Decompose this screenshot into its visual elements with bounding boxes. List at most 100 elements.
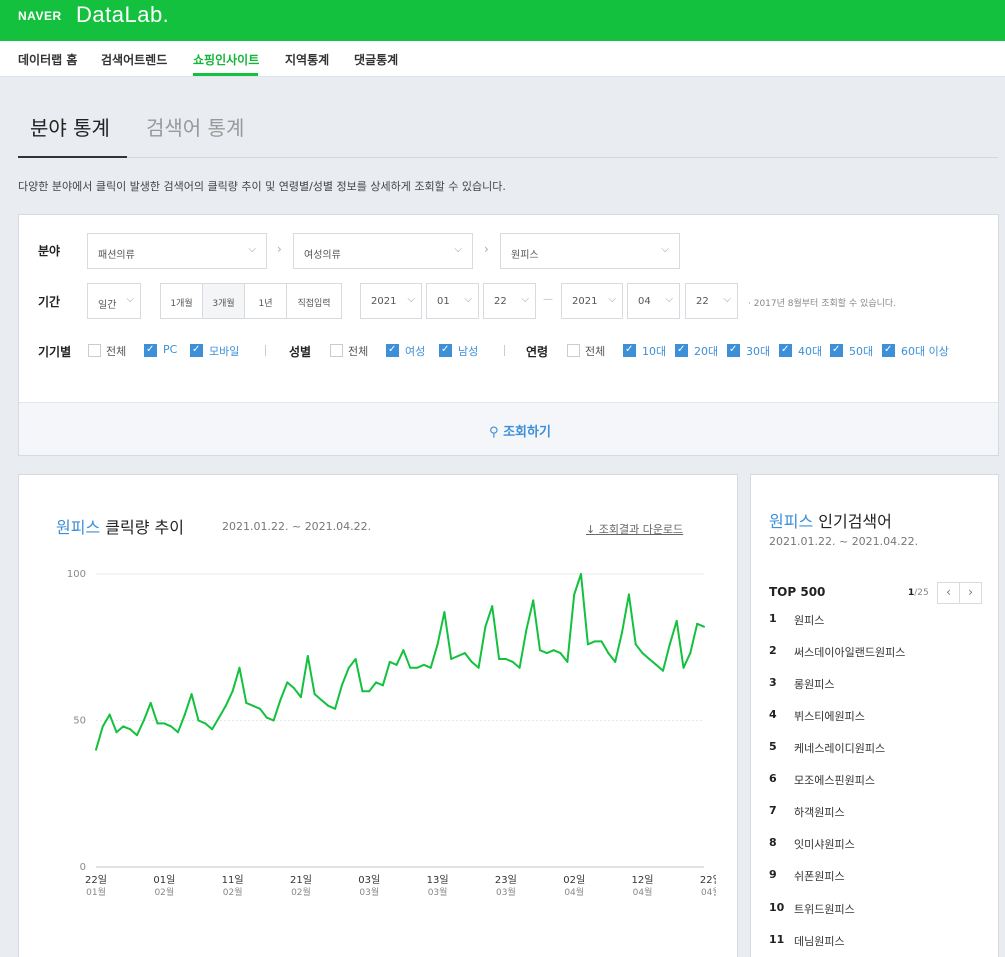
rank-keyword[interactable]: 원피스	[794, 612, 824, 628]
data-point[interactable]	[395, 663, 398, 666]
device-all-label[interactable]: 전체	[106, 343, 126, 359]
data-point[interactable]	[293, 687, 296, 690]
gender-female-checkbox[interactable]	[386, 344, 399, 357]
rank-item[interactable]: 6 모조에스핀원피스	[769, 772, 989, 792]
data-point[interactable]	[286, 681, 289, 684]
data-point[interactable]	[573, 593, 576, 596]
age-all-label[interactable]: 전체	[585, 343, 605, 359]
data-point[interactable]	[641, 652, 644, 655]
rank-keyword[interactable]: 뷔스티에원피스	[794, 708, 865, 724]
data-point[interactable]	[689, 652, 692, 655]
data-point[interactable]	[450, 657, 453, 660]
data-point[interactable]	[484, 625, 487, 628]
data-point[interactable]	[498, 657, 501, 660]
data-point[interactable]	[231, 690, 234, 693]
category-level2-select[interactable]: 여성의류 ⌵	[293, 233, 473, 269]
data-point[interactable]	[135, 734, 138, 737]
rank-item[interactable]: 1 원피스	[769, 612, 989, 632]
rank-item[interactable]: 11 데님원피스	[769, 933, 989, 953]
data-point[interactable]	[204, 722, 207, 725]
data-point[interactable]	[504, 657, 507, 660]
age-60plus-checkbox[interactable]	[882, 344, 895, 357]
end-month-select[interactable]: 04 ⌵	[627, 283, 680, 319]
data-point[interactable]	[525, 628, 528, 631]
data-point[interactable]	[361, 690, 364, 693]
rank-keyword[interactable]: 트위드원피스	[794, 901, 855, 917]
data-point[interactable]	[347, 666, 350, 669]
data-point[interactable]	[593, 640, 596, 643]
rank-keyword[interactable]: 써스데이아일랜드원피스	[794, 644, 905, 660]
data-point[interactable]	[258, 707, 261, 710]
datalab-logo[interactable]: DataLab.	[76, 2, 169, 28]
data-point[interactable]	[443, 611, 446, 614]
start-year-select[interactable]: 2021 ⌵	[360, 283, 422, 319]
data-point[interactable]	[115, 731, 118, 734]
rank-keyword[interactable]: 케네스레이디원피스	[794, 740, 885, 756]
data-point[interactable]	[381, 684, 384, 687]
rank-keyword[interactable]: 데님원피스	[794, 933, 845, 949]
gnb-item-search-trend[interactable]: 검색어트렌드	[101, 51, 167, 68]
data-point[interactable]	[600, 640, 603, 643]
data-point[interactable]	[197, 719, 200, 722]
rank-keyword[interactable]: 모조에스핀원피스	[794, 772, 875, 788]
download-link[interactable]: ↓ 조회결과 다운로드	[586, 521, 683, 537]
data-point[interactable]	[327, 704, 330, 707]
rank-item[interactable]: 5 케네스레이디원피스	[769, 740, 989, 760]
device-mobile-label[interactable]: 모바일	[209, 343, 239, 359]
gender-all-label[interactable]: 전체	[348, 343, 368, 359]
data-point[interactable]	[532, 599, 535, 602]
data-point[interactable]	[682, 666, 685, 669]
data-point[interactable]	[409, 666, 412, 669]
device-pc-checkbox[interactable]	[144, 344, 157, 357]
data-point[interactable]	[634, 643, 637, 646]
age-20s-label[interactable]: 20대	[694, 343, 718, 359]
search-button[interactable]: ⚲ 조회하기	[19, 402, 998, 455]
data-point[interactable]	[299, 696, 302, 699]
gnb-item-shopping-insight[interactable]: 쇼핑인사이트	[193, 51, 259, 68]
data-point[interactable]	[142, 719, 145, 722]
data-point[interactable]	[436, 643, 439, 646]
rank-item[interactable]: 8 잇미샤원피스	[769, 836, 989, 856]
data-point[interactable]	[621, 631, 624, 634]
data-point[interactable]	[95, 748, 97, 751]
gnb-item-region-stats[interactable]: 지역통계	[285, 51, 329, 68]
rank-keyword[interactable]: 롱원피스	[794, 676, 834, 692]
age-40s-label[interactable]: 40대	[798, 343, 822, 359]
age-50s-checkbox[interactable]	[830, 344, 843, 357]
data-point[interactable]	[108, 713, 111, 716]
gnb-item-comment-stats[interactable]: 댓글통계	[354, 51, 398, 68]
data-point[interactable]	[545, 652, 548, 655]
data-point[interactable]	[402, 649, 405, 652]
data-point[interactable]	[224, 704, 227, 707]
data-point[interactable]	[463, 652, 466, 655]
data-point[interactable]	[245, 701, 248, 704]
gender-all-checkbox[interactable]	[330, 344, 343, 357]
data-point[interactable]	[416, 666, 419, 669]
age-30s-checkbox[interactable]	[727, 344, 740, 357]
data-point[interactable]	[511, 660, 514, 663]
data-point[interactable]	[170, 725, 173, 728]
data-point[interactable]	[614, 660, 617, 663]
start-day-select[interactable]: 22 ⌵	[483, 283, 536, 319]
rank-item[interactable]: 9 쉬폰원피스	[769, 868, 989, 888]
data-point[interactable]	[183, 713, 186, 716]
data-point[interactable]	[655, 663, 658, 666]
next-page-button[interactable]: ›	[959, 582, 982, 604]
data-point[interactable]	[211, 728, 214, 731]
data-point[interactable]	[163, 722, 166, 725]
data-point[interactable]	[552, 649, 555, 652]
data-point[interactable]	[703, 625, 705, 628]
data-point[interactable]	[559, 652, 562, 655]
data-point[interactable]	[190, 693, 193, 696]
category-level1-select[interactable]: 패션의류 ⌵	[87, 233, 267, 269]
data-point[interactable]	[422, 663, 425, 666]
data-point[interactable]	[122, 725, 125, 728]
data-point[interactable]	[129, 728, 132, 731]
gender-male-checkbox[interactable]	[439, 344, 452, 357]
data-point[interactable]	[340, 684, 343, 687]
data-point[interactable]	[470, 660, 473, 663]
data-point[interactable]	[334, 707, 337, 710]
rank-item[interactable]: 7 하객원피스	[769, 804, 989, 824]
data-point[interactable]	[101, 725, 104, 728]
data-point[interactable]	[313, 693, 316, 696]
